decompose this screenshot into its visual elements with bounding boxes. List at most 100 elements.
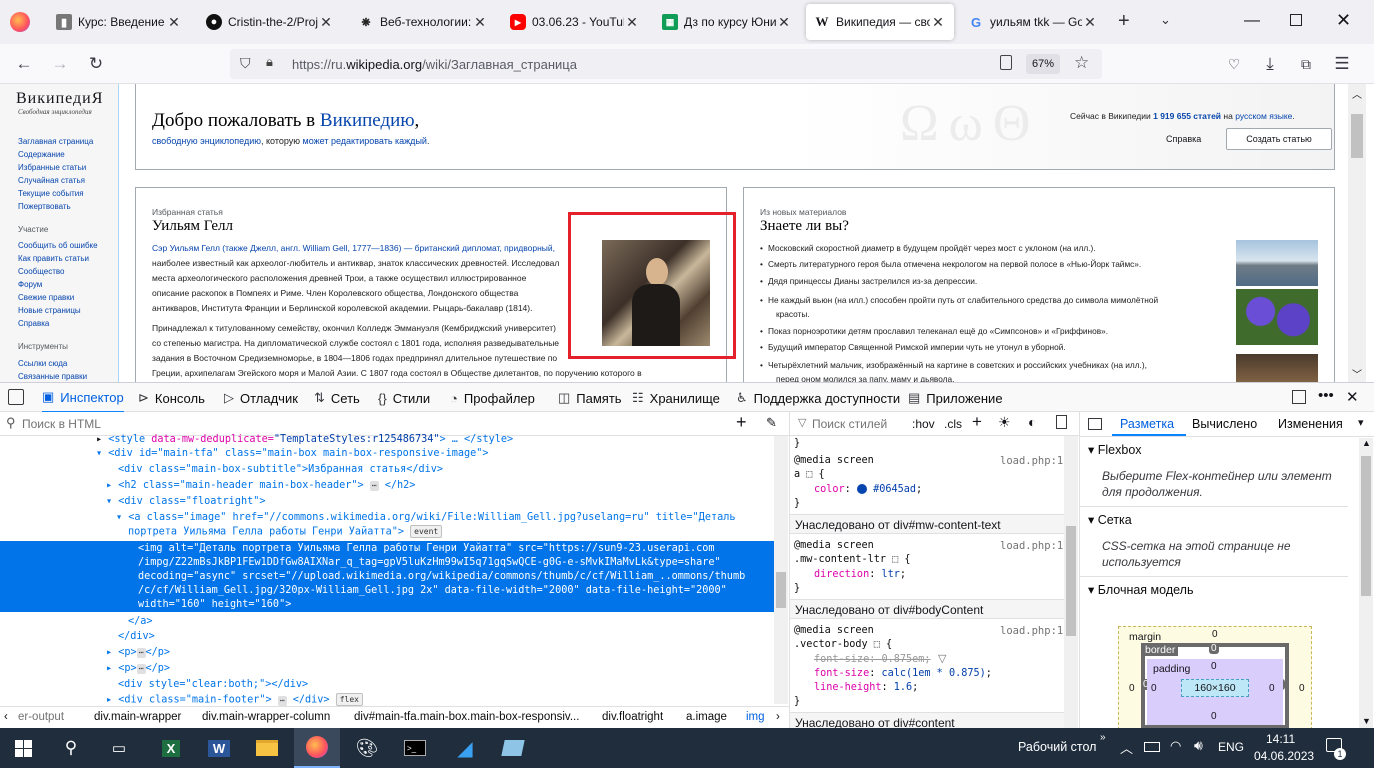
expand-arrow-icon[interactable]: ▸	[106, 647, 112, 658]
sidebar-link-donate[interactable]: Пожертвовать	[18, 202, 71, 211]
close-tab-icon[interactable]: ✕	[930, 14, 946, 31]
event-badge[interactable]: event	[410, 525, 443, 538]
firefox-taskbar-icon[interactable]	[294, 728, 340, 768]
vscode-icon[interactable]: ◢	[442, 728, 488, 768]
sidebar-link-forum[interactable]: Форум	[18, 280, 42, 289]
scroll-thumb[interactable]	[1066, 526, 1076, 636]
dyk-item[interactable]: Московский скоростной диаметр в будущем …	[760, 241, 1228, 255]
minimize-icon[interactable]: —	[1244, 12, 1260, 30]
tab-computed[interactable]: Вычислено	[1192, 417, 1257, 431]
clock-date[interactable]: 04.06.2023	[1254, 749, 1314, 763]
wikipedia-logo[interactable]: ВикипедиЯ	[16, 90, 103, 108]
breadcrumb-item[interactable]: er-output	[18, 711, 64, 723]
tab-youtube[interactable]: ▶ 03.06.23 - YouTub ✕	[502, 4, 648, 40]
rules-scrollbar[interactable]	[1064, 436, 1078, 728]
page-scrollbar[interactable]: ︿ ﹀	[1348, 84, 1366, 382]
create-article-button[interactable]: Создать статью	[1226, 128, 1332, 150]
stylesheet-link[interactable]: load.php:1	[1000, 540, 1063, 552]
lock-icon[interactable]: 🔒︎	[266, 54, 273, 70]
tab-memory[interactable]: ◫ Память	[558, 383, 622, 413]
scroll-up-icon[interactable]: ︿	[1352, 86, 1362, 101]
dyk-item[interactable]: Четырёхлетний мальчик, изображённый на к…	[760, 358, 1228, 372]
border-top-value[interactable]: 0	[1209, 643, 1219, 654]
ellipsis-badge[interactable]: ⋯	[136, 648, 146, 658]
tab-github[interactable]: ● Cristin-the-2/Proje ✕	[198, 4, 342, 40]
rule-declaration[interactable]: direction: ltr;	[814, 569, 906, 580]
padding-left-value[interactable]: 0	[1151, 683, 1157, 694]
eyedropper-icon[interactable]: ✎	[766, 415, 777, 431]
markup-line[interactable]: </div>	[118, 630, 155, 644]
color-swatch[interactable]	[856, 484, 867, 494]
dyk-item[interactable]: Будущий император Священной Римской импе…	[760, 340, 1228, 354]
desktop-chevron-icon[interactable]: »	[1100, 732, 1106, 743]
free-encyclopedia-link[interactable]: свободную энциклопедию	[152, 136, 261, 146]
stat-language-link[interactable]: русском языке	[1235, 111, 1292, 121]
terminal-icon[interactable]: >_	[392, 728, 438, 768]
tab-course[interactable]: ▮ Курс: Введение в ✕	[48, 4, 190, 40]
breadcrumb-item[interactable]: div.floatright	[602, 711, 663, 723]
rule-declaration-overridden[interactable]: font-size: 0.875em;	[814, 654, 931, 665]
sidebar-link-related[interactable]: Связанные правки	[18, 372, 87, 381]
sidebar-link-report[interactable]: Сообщить об ошибке	[18, 241, 98, 250]
markup-line[interactable]: ▸ <p> ⋯ </p>	[106, 662, 170, 676]
breadcrumb-right-icon[interactable]: ›	[776, 711, 780, 723]
sidebar-link-help[interactable]: Справка	[18, 319, 49, 328]
tab-profiler[interactable]: ◔ Профайлер	[450, 383, 535, 413]
anyone-edit-link[interactable]: может редактировать каждый	[303, 136, 427, 146]
dock-toggle-icon[interactable]	[1292, 390, 1306, 404]
tab-network[interactable]: ⇅ Сеть	[314, 383, 360, 413]
bookmark-star-icon[interactable]: ☆	[1074, 53, 1089, 73]
content-box[interactable]: 160×160	[1181, 679, 1249, 697]
scroll-down-icon[interactable]: ▼	[1362, 716, 1371, 726]
markup-line[interactable]: ▾ <div id="main-tfa" class="main-box mai…	[96, 447, 489, 461]
tab-openai[interactable]: ❋ Веб-технологии: ✕	[350, 4, 496, 40]
painting-image[interactable]	[1236, 354, 1318, 382]
welcome-link[interactable]: Википедию	[320, 110, 415, 131]
firefox-menu-icon[interactable]	[10, 12, 30, 32]
stylesheet-link[interactable]: load.php:1	[1000, 455, 1063, 467]
clock-time[interactable]: 14:11	[1266, 732, 1295, 746]
reader-view-icon[interactable]	[1000, 55, 1012, 70]
sidebar-link-community[interactable]: Сообщество	[18, 267, 64, 276]
tab-accessibility[interactable]: ♿︎ Поддержка доступности	[736, 383, 900, 413]
collapse-arrow-icon[interactable]: ▾	[106, 496, 112, 507]
sidebar-link-featured[interactable]: Избранные статьи	[18, 163, 86, 172]
filter-styles-input[interactable]: Поиск стилей	[812, 417, 887, 431]
collapse-arrow-icon[interactable]: ▾	[96, 448, 102, 459]
close-devtools-icon[interactable]: ✕	[1346, 388, 1359, 406]
tab-inspector[interactable]: ▣ Инспектор	[42, 383, 124, 413]
expand-arrow-icon[interactable]: ▸	[96, 434, 102, 445]
word-icon[interactable]: W	[196, 728, 242, 768]
tab-google[interactable]: G уильям tkk — Goo ✕	[960, 4, 1106, 40]
markup-line[interactable]: ▸ <style data-mw-deduplicate="TemplateSt…	[96, 433, 513, 447]
sidebar-link-recent[interactable]: Свежие правки	[18, 293, 74, 302]
pocket-icon[interactable]: ♡	[1222, 52, 1246, 76]
scroll-thumb[interactable]	[776, 572, 786, 608]
paint-icon[interactable]: 🎨︎	[344, 728, 390, 768]
rule-declaration[interactable]: font-size: calc(1em * 0.875);	[814, 668, 992, 679]
expand-arrow-icon[interactable]: ▸	[106, 480, 112, 491]
zoom-level[interactable]: 67%	[1026, 54, 1060, 74]
breadcrumb-item[interactable]: div#main-tfa.main-box.main-box-responsiv…	[354, 711, 579, 723]
markup-line[interactable]: </a>	[128, 615, 153, 629]
layout-scrollbar[interactable]: ▲ ▼	[1359, 438, 1373, 728]
tab-list-icon[interactable]: ⌄	[1160, 12, 1171, 28]
close-tab-icon[interactable]: ✕	[166, 14, 182, 31]
markup-line[interactable]: <div style="clear:both;"></div>	[118, 678, 308, 692]
tab-debugger[interactable]: ▷ Отладчик	[224, 383, 298, 413]
tab-console[interactable]: ⊳ Консоль	[138, 383, 205, 413]
box-model-section-header[interactable]: ▾ Блочная модель	[1088, 582, 1193, 597]
extensions-icon[interactable]: ⧉	[1294, 52, 1318, 76]
reload-icon[interactable]: ↻	[84, 52, 108, 76]
rule-selector[interactable]: a ⬚ {	[794, 469, 825, 480]
class-toggle[interactable]: .cls	[944, 417, 962, 431]
more-options-icon[interactable]: •••	[1318, 387, 1334, 404]
shield-icon[interactable]: ⛉	[240, 55, 251, 72]
padding-right-value[interactable]: 0	[1269, 683, 1275, 694]
excel-icon[interactable]: X	[148, 728, 194, 768]
address-bar[interactable]: ⛉ 🔒︎ https://ru.wikipedia.org/wiki/Загла…	[230, 49, 1102, 79]
close-tab-icon[interactable]: ✕	[318, 14, 334, 31]
markup-line[interactable]: ▸ <h2 class="main-header main-box-header…	[106, 479, 415, 493]
margin-top-value[interactable]: 0	[1212, 629, 1218, 640]
markup-line[interactable]: ▾ <a class="image" href="//commons.wikim…	[116, 511, 736, 525]
